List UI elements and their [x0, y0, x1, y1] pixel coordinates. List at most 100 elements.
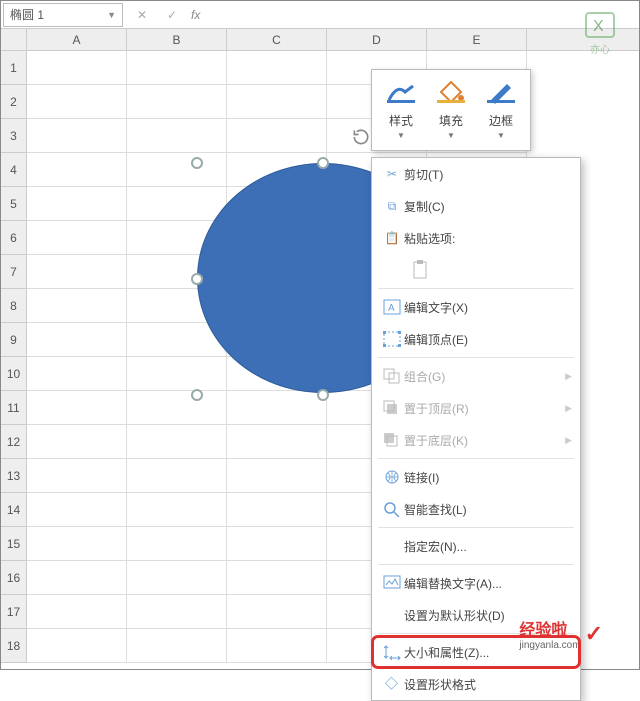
cell[interactable]	[127, 493, 227, 527]
cell[interactable]	[227, 459, 327, 493]
menu-smart-lookup[interactable]: 智能查找(L)	[372, 493, 580, 525]
row-header[interactable]: 7	[1, 255, 27, 289]
style-button[interactable]: 样式 ▼	[377, 76, 425, 144]
shape-ellipse-selection[interactable]	[197, 149, 377, 393]
cell[interactable]	[127, 51, 227, 85]
cell[interactable]	[27, 561, 127, 595]
cell[interactable]	[27, 425, 127, 459]
cell[interactable]	[127, 527, 227, 561]
row-header[interactable]: 1	[1, 51, 27, 85]
row-header[interactable]: 4	[1, 153, 27, 187]
row-header[interactable]: 3	[1, 119, 27, 153]
separator	[378, 357, 574, 358]
cell[interactable]	[127, 391, 227, 425]
row-header[interactable]: 16	[1, 561, 27, 595]
cell[interactable]	[27, 629, 127, 663]
cell[interactable]	[227, 595, 327, 629]
cell[interactable]	[27, 153, 127, 187]
formula-input[interactable]	[204, 4, 639, 26]
watermark-footer: 经验啦 jingyanla.com ✓	[519, 616, 603, 651]
fill-button[interactable]: 填充 ▼	[427, 76, 475, 144]
resize-handle[interactable]	[317, 157, 329, 169]
column-header[interactable]: C	[227, 29, 327, 50]
border-button[interactable]: 边框 ▼	[477, 76, 525, 144]
column-header[interactable]: D	[327, 29, 427, 50]
cell[interactable]	[227, 493, 327, 527]
row-header[interactable]: 10	[1, 357, 27, 391]
cell[interactable]	[27, 255, 127, 289]
column-header[interactable]: E	[427, 29, 527, 50]
row-header[interactable]: 18	[1, 629, 27, 663]
chevron-down-icon: ▼	[497, 131, 505, 140]
menu-cut[interactable]: ✂ 剪切(T)	[372, 158, 580, 190]
cell[interactable]	[127, 425, 227, 459]
resize-handle[interactable]	[191, 157, 203, 169]
resize-handle[interactable]	[317, 389, 329, 401]
resize-handle[interactable]	[191, 273, 203, 285]
menu-assign-macro[interactable]: 指定宏(N)...	[372, 530, 580, 562]
resize-handle[interactable]	[191, 389, 203, 401]
cell[interactable]	[127, 85, 227, 119]
cell[interactable]	[127, 629, 227, 663]
cell[interactable]	[227, 425, 327, 459]
cancel-icon[interactable]: ✕	[131, 8, 153, 22]
chevron-down-icon: ▼	[447, 131, 455, 140]
submenu-arrow-icon: ▶	[565, 435, 572, 446]
check-icon: ✓	[585, 621, 603, 647]
worksheet[interactable]: A B C D E 1 2 3 4 5 6 7 8 9 10 11 12 13 …	[1, 29, 639, 669]
cell[interactable]	[27, 391, 127, 425]
cell[interactable]	[227, 51, 327, 85]
cell[interactable]	[227, 119, 327, 153]
cell[interactable]	[227, 85, 327, 119]
row-header[interactable]: 6	[1, 221, 27, 255]
rotate-handle-icon[interactable]	[351, 127, 371, 147]
cell[interactable]	[27, 595, 127, 629]
cell[interactable]	[227, 527, 327, 561]
cell[interactable]	[27, 459, 127, 493]
menu-edit-text[interactable]: A 编辑文字(X)	[372, 291, 580, 323]
cell[interactable]	[227, 561, 327, 595]
cell[interactable]	[27, 357, 127, 391]
cell[interactable]	[27, 119, 127, 153]
chevron-down-icon[interactable]: ▼	[107, 10, 116, 20]
row-header[interactable]: 5	[1, 187, 27, 221]
cell[interactable]	[27, 323, 127, 357]
row-header[interactable]: 15	[1, 527, 27, 561]
separator	[378, 288, 574, 289]
cell[interactable]	[127, 459, 227, 493]
cell[interactable]	[127, 561, 227, 595]
cell[interactable]	[27, 493, 127, 527]
row-header[interactable]: 9	[1, 323, 27, 357]
menu-paste-options-label: 📋 粘贴选项:	[372, 222, 580, 254]
cell[interactable]	[27, 221, 127, 255]
select-all-corner[interactable]	[1, 29, 27, 51]
cell[interactable]	[127, 119, 227, 153]
cell[interactable]	[27, 51, 127, 85]
menu-copy[interactable]: ⧉ 复制(C)	[372, 190, 580, 222]
row-header[interactable]: 12	[1, 425, 27, 459]
name-box[interactable]: 椭圆 1 ▼	[3, 3, 123, 27]
cell[interactable]	[27, 187, 127, 221]
cell[interactable]	[127, 595, 227, 629]
cell[interactable]	[27, 527, 127, 561]
cell[interactable]	[27, 85, 127, 119]
cell[interactable]	[227, 629, 327, 663]
confirm-icon[interactable]: ✓	[161, 8, 183, 22]
menu-link[interactable]: 链接(I)	[372, 461, 580, 493]
column-header[interactable]: B	[127, 29, 227, 50]
menu-edit-points[interactable]: 编辑顶点(E)	[372, 323, 580, 355]
row-header[interactable]: 17	[1, 595, 27, 629]
row-header[interactable]: 11	[1, 391, 27, 425]
row-header[interactable]: 2	[1, 85, 27, 119]
fx-label[interactable]: fx	[191, 8, 200, 22]
row-header[interactable]: 13	[1, 459, 27, 493]
menu-format-shape[interactable]: 设置形状格式	[372, 668, 580, 700]
menu-label: 指定宏(N)...	[404, 538, 572, 555]
cell[interactable]	[227, 391, 327, 425]
column-header[interactable]: A	[27, 29, 127, 50]
submenu-arrow-icon: ▶	[565, 403, 572, 414]
menu-alt-text[interactable]: 编辑替换文字(A)...	[372, 567, 580, 599]
cell[interactable]	[27, 289, 127, 323]
row-header[interactable]: 8	[1, 289, 27, 323]
row-header[interactable]: 14	[1, 493, 27, 527]
